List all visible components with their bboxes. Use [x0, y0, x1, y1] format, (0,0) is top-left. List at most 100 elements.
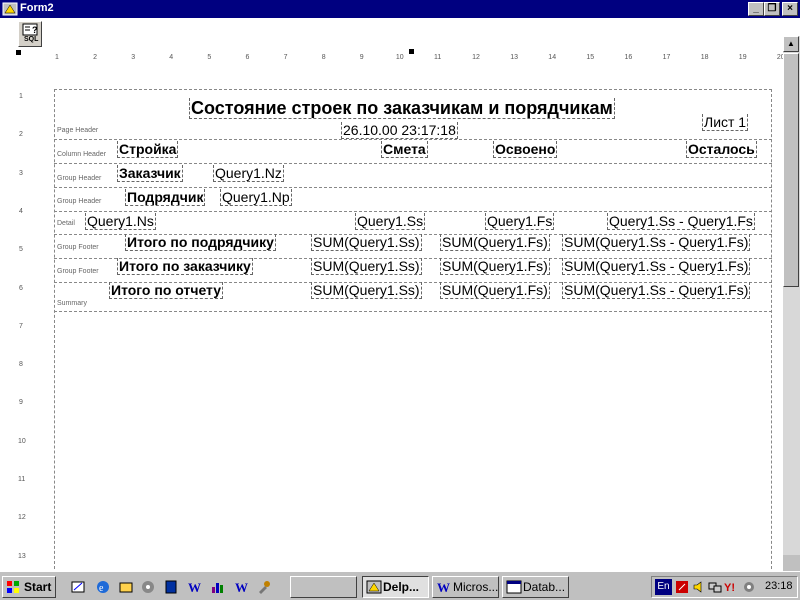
ruler-mark: 14 [548, 54, 557, 61]
band-label-group-footer: Group Footer [57, 244, 99, 251]
network-icon[interactable] [708, 580, 722, 599]
report-designer: ? SQL 1 2 3 4 5 6 7 8 9 10 11 12 13 14 15 16 17 18 19 20 12… [0, 18, 800, 571]
ruler-mark: 12 [472, 54, 480, 61]
start-button[interactable]: Start [2, 576, 56, 598]
ruler-mark: 6 [245, 54, 250, 61]
ruler-mark: 13 [18, 552, 26, 560]
explorer-icon[interactable] [118, 579, 134, 595]
ruler-mark: 9 [19, 399, 23, 407]
show-desktop-icon[interactable] [70, 579, 86, 595]
band-label-group-header: Group Header [57, 175, 102, 182]
detail-fs[interactable]: Query1.Fs [485, 213, 555, 230]
footer-podr-sum-diff[interactable]: SUM(Query1.Ss - Query1.Fs) [562, 234, 751, 251]
detail-ns[interactable]: Query1.Ns [85, 213, 156, 230]
language-indicator[interactable]: En [655, 579, 672, 595]
chart-icon[interactable] [210, 579, 226, 595]
minimize-button[interactable]: _ [748, 2, 764, 16]
ruler-mark: 1 [19, 93, 23, 100]
sql-button[interactable]: ? SQL [18, 21, 42, 47]
close-button[interactable]: × [782, 2, 798, 16]
column-header-ostalos[interactable]: Осталось [686, 141, 757, 158]
detail-ss[interactable]: Query1.Ss [355, 213, 426, 230]
ruler-mark: 12 [18, 514, 26, 522]
ruler-mark: 9 [359, 54, 364, 61]
clock[interactable]: 23:18 [765, 580, 793, 592]
group1-label[interactable]: Заказчик [117, 165, 183, 182]
footer-zak-sum-diff[interactable]: SUM(Query1.Ss - Query1.Fs) [562, 258, 751, 275]
detail-diff[interactable]: Query1.Ss - Query1.Fs [607, 213, 755, 230]
word-icon[interactable]: W [234, 579, 250, 595]
footer-zak-label[interactable]: Итого по заказчику [117, 258, 253, 275]
internet-explorer-icon[interactable]: e [95, 579, 111, 595]
app-icon[interactable] [2, 1, 18, 17]
svg-text:e: e [99, 583, 104, 594]
word-icon[interactable]: W [187, 579, 203, 595]
ruler-mark: 18 [700, 54, 709, 61]
ruler-mark: 7 [283, 54, 288, 61]
scroll-up-button[interactable]: ▲ [783, 36, 799, 52]
band-label-group-footer: Group Footer [57, 268, 99, 275]
ruler-mark: 8 [321, 54, 326, 61]
svg-text:W: W [235, 580, 248, 595]
report-date[interactable]: 26.10.00 23:17:18 [341, 122, 458, 139]
band-label-detail: Detail [57, 220, 75, 227]
ruler-mark: 3 [19, 169, 23, 177]
summary-sum-fs[interactable]: SUM(Query1.Fs) [440, 282, 550, 299]
column-header-stroyka[interactable]: Стройка [117, 141, 179, 158]
ruler-mark: 1 [55, 54, 59, 61]
sql-label: SQL [24, 36, 39, 43]
book-icon[interactable] [163, 579, 179, 595]
query-icon: ? [22, 23, 38, 36]
horizontal-ruler: 1 2 3 4 5 6 7 8 9 10 11 12 13 14 15 16 17 18 19 20 [16, 49, 785, 62]
footer-zak-sum-fs[interactable]: SUM(Query1.Fs) [440, 258, 550, 275]
start-label: Start [24, 580, 52, 594]
word-icon: W [437, 580, 450, 595]
summary-sum-ss[interactable]: SUM(Query1.Ss) [311, 282, 422, 299]
page-number[interactable]: Лист 1 [702, 114, 749, 131]
vertical-scroll-thumb[interactable] [783, 53, 799, 287]
vertical-ruler: 1 2 3 4 5 6 7 8 9 10 11 12 13 [0, 62, 26, 571]
taskbar-button-empty[interactable] [290, 576, 357, 598]
tools-icon[interactable] [256, 579, 272, 595]
tray-app-icon[interactable] [675, 580, 689, 599]
vertical-scrollbar[interactable]: ▲ ▼ [783, 36, 800, 571]
ruler-mark: 15 [586, 54, 595, 61]
taskbar-button-microsoft[interactable]: W Micros... [432, 576, 499, 598]
scroll-corner [783, 555, 800, 571]
ruler-mark: 2 [93, 54, 97, 61]
footer-podr-sum-ss[interactable]: SUM(Query1.Ss) [311, 234, 422, 251]
ruler-mark: 11 [434, 54, 442, 61]
ruler-mark: 2 [19, 131, 23, 139]
yahoo-icon[interactable]: Y! [724, 580, 742, 599]
svg-text:?: ? [32, 25, 38, 35]
taskbar-button-database[interactable]: Datab... [502, 576, 569, 598]
ruler-mark: 3 [131, 54, 136, 61]
title-bar[interactable]: Form2 _ ❐ × [0, 0, 800, 18]
ruler-mark: 16 [624, 54, 633, 61]
group1-field[interactable]: Query1.Nz [213, 165, 284, 182]
database-icon[interactable] [140, 579, 156, 595]
system-tray: En Y! 23:18 [651, 576, 798, 598]
ruler-mark: 8 [19, 361, 23, 369]
group2-label[interactable]: Подрядчик [125, 189, 206, 206]
summary-label[interactable]: Итого по отчету [109, 282, 224, 299]
report-title[interactable]: Состояние строек по заказчикам и порядчи… [189, 98, 615, 119]
taskbar-button-delphi[interactable]: Delp... [362, 576, 429, 598]
ruler-mark: 4 [169, 54, 174, 61]
taskbar: Start e W W Delp... W Micros... Datab...… [0, 571, 800, 600]
column-header-smeta[interactable]: Смета [381, 141, 428, 158]
footer-podr-label[interactable]: Итого по подрядчику [125, 234, 276, 251]
column-header-osvoeno[interactable]: Освоено [493, 141, 558, 158]
restore-button[interactable]: ❐ [764, 2, 780, 16]
database-window-icon [506, 580, 522, 594]
taskbar-label: Datab... [523, 580, 566, 594]
footer-zak-sum-ss[interactable]: SUM(Query1.Ss) [311, 258, 422, 275]
tray-settings-icon[interactable] [742, 580, 756, 599]
band-label-column-header: Column Header [57, 151, 107, 158]
report-page [54, 89, 772, 571]
volume-icon[interactable] [692, 580, 706, 599]
group2-field[interactable]: Query1.Np [220, 189, 292, 206]
summary-sum-diff[interactable]: SUM(Query1.Ss - Query1.Fs) [562, 282, 751, 299]
delphi-icon [366, 580, 382, 594]
footer-podr-sum-fs[interactable]: SUM(Query1.Fs) [440, 234, 550, 251]
